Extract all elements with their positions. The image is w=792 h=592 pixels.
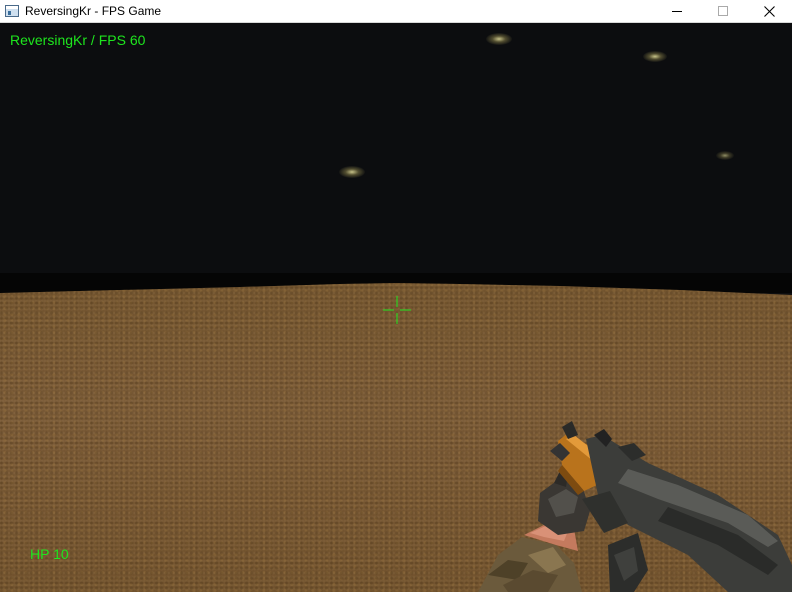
app-window-icon bbox=[5, 5, 19, 17]
window-title: ReversingKr - FPS Game bbox=[25, 4, 162, 18]
crosshair-icon bbox=[383, 296, 411, 324]
enemy-sprite[interactable] bbox=[716, 151, 734, 160]
rifle-weapon bbox=[478, 421, 792, 592]
enemy-sprite[interactable] bbox=[486, 33, 512, 45]
enemy-sprite[interactable] bbox=[339, 166, 365, 178]
window-controls bbox=[654, 0, 792, 22]
enemy-sprite[interactable] bbox=[643, 51, 667, 62]
maximize-button[interactable] bbox=[700, 0, 746, 22]
fps-counter: ReversingKr / FPS 60 bbox=[10, 32, 146, 48]
title-bar[interactable]: ReversingKr - FPS Game bbox=[0, 0, 792, 23]
health-readout: HP 10 bbox=[30, 546, 69, 562]
game-viewport[interactable]: ReversingKr / FPS 60 HP 10 bbox=[0, 23, 792, 592]
minimize-button[interactable] bbox=[654, 0, 700, 22]
maximize-icon bbox=[718, 6, 728, 16]
game-window: ReversingKr - FPS Game ReversingKr / FPS… bbox=[0, 0, 792, 592]
night-sky bbox=[0, 23, 792, 285]
close-button[interactable] bbox=[746, 0, 792, 22]
close-icon bbox=[763, 5, 775, 17]
minimize-icon bbox=[672, 11, 682, 12]
